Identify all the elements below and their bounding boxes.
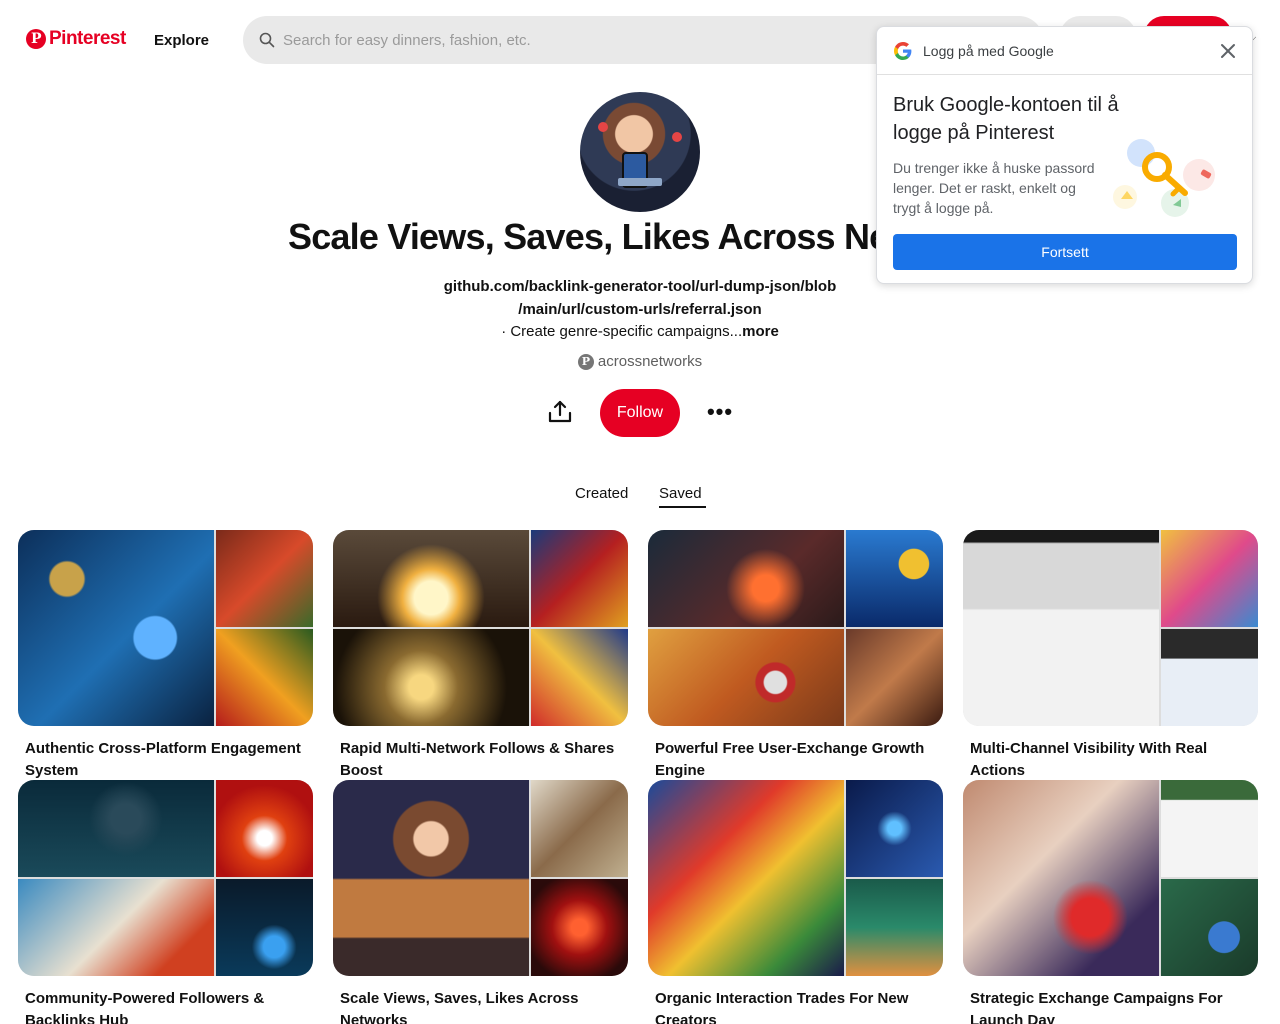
follow-button[interactable]: Follow [600, 389, 680, 437]
board-image [846, 780, 943, 877]
board-image [531, 629, 628, 726]
board-card-title: Strategic Exchange Campaigns For Launch … [970, 990, 1223, 1024]
google-popup-header: Logg på med Google [877, 27, 1252, 75]
board-image [1161, 530, 1258, 627]
board-card-title: Rapid Multi-Network Follows & Shares Boo… [340, 740, 615, 779]
board-title: Scale Views, Saves, Likes Across Ne [288, 216, 889, 257]
board-card-title: Authentic Cross-Platform Engagement Syst… [25, 740, 301, 779]
board-image [18, 530, 214, 726]
board-image [18, 780, 214, 877]
board-cover[interactable] [648, 780, 943, 976]
board-card-title: Organic Interaction Trades For New Creat… [655, 990, 909, 1024]
board-owner[interactable]: P acrossnetworks [540, 353, 740, 370]
share-button[interactable] [540, 392, 580, 432]
board-card[interactable]: Rapid Multi-Network Follows & Shares Boo… [333, 530, 628, 782]
board-image [531, 530, 628, 627]
description-text: · Create genre-specific campaigns... [501, 323, 743, 340]
google-logo-icon [894, 41, 912, 60]
description-link-line-1[interactable]: github.com/backlink-generator-tool/url-d… [400, 276, 880, 299]
explore-link[interactable]: Explore [154, 32, 209, 49]
board-image [216, 629, 313, 726]
description-link-line-2[interactable]: /main/url/custom-urls/referral.json [400, 299, 880, 322]
pinterest-small-icon: P [577, 353, 594, 370]
board-cover[interactable] [18, 780, 313, 976]
board-card[interactable]: Scale Views, Saves, Likes Across Network… [333, 780, 628, 1024]
board-card[interactable]: Community-Powered Followers & Backlinks … [18, 780, 313, 1024]
more-options-button[interactable]: ••• [700, 392, 740, 432]
board-avatar [580, 92, 700, 212]
board-card[interactable]: Multi-Channel Visibility With Real Actio… [963, 530, 1258, 782]
continue-button[interactable]: Fortsett [893, 234, 1237, 270]
board-image [333, 530, 529, 627]
description-text-line: · Create genre-specific campaigns...more [400, 321, 880, 344]
board-image [531, 879, 628, 976]
key-illustration-icon [1113, 139, 1215, 217]
board-card[interactable]: Authentic Cross-Platform Engagement Syst… [18, 530, 313, 782]
board-image [1161, 879, 1258, 976]
board-image [648, 530, 844, 627]
pinterest-logo-icon: P [26, 29, 46, 49]
google-popup-body: Du trenger ikke å huske passord lenger. … [893, 160, 1095, 216]
board-card-title: Scale Views, Saves, Likes Across Network… [340, 990, 579, 1024]
board-image [216, 879, 313, 976]
pinterest-logo[interactable]: P Pinterest [26, 28, 126, 50]
board-image [963, 530, 1159, 726]
close-icon[interactable] [1218, 41, 1238, 61]
tab-saved[interactable]: Saved [659, 485, 702, 502]
board-image [18, 879, 214, 976]
board-cover[interactable] [333, 780, 628, 976]
board-cover[interactable] [963, 530, 1258, 726]
board-image [846, 629, 943, 726]
active-tab-indicator [659, 506, 706, 508]
board-card-title: Powerful Free User-Exchange Growth Engin… [655, 740, 925, 779]
board-cover[interactable] [18, 530, 313, 726]
board-image [648, 629, 844, 726]
avatar-decoration [672, 132, 682, 142]
board-image [531, 780, 628, 877]
tab-created[interactable]: Created [575, 485, 628, 502]
board-cover[interactable] [648, 530, 943, 726]
board-card-title: Community-Powered Followers & Backlinks … [25, 990, 265, 1024]
board-image [963, 780, 1159, 976]
search-icon [259, 32, 275, 48]
share-icon [548, 400, 572, 423]
board-description: github.com/backlink-generator-tool/url-d… [400, 276, 880, 344]
board-image [846, 530, 943, 627]
board-image [333, 780, 529, 976]
board-card[interactable]: Powerful Free User-Exchange Growth Engin… [648, 530, 943, 782]
board-image [648, 780, 844, 976]
board-card[interactable]: Organic Interaction Trades For New Creat… [648, 780, 943, 1024]
board-image [1161, 780, 1258, 877]
google-signin-popup: Logg på med Google Bruk Google-kontoen t… [876, 26, 1253, 284]
board-cover[interactable] [963, 780, 1258, 976]
board-image [846, 879, 943, 976]
board-image [216, 530, 313, 627]
board-image [1161, 629, 1258, 726]
board-card[interactable]: Strategic Exchange Campaigns For Launch … [963, 780, 1258, 1024]
more-link[interactable]: more [742, 323, 779, 340]
board-image [333, 629, 529, 726]
google-popup-header-text: Logg på med Google [923, 42, 1054, 59]
avatar-decoration [618, 178, 662, 186]
board-cover[interactable] [333, 530, 628, 726]
search-input[interactable] [283, 31, 883, 49]
avatar-decoration [598, 122, 608, 132]
pinterest-logo-text: Pinterest [49, 28, 126, 49]
owner-username[interactable]: acrossnetworks [598, 353, 702, 370]
board-image [216, 780, 313, 877]
board-card-title: Multi-Channel Visibility With Real Actio… [970, 740, 1208, 779]
